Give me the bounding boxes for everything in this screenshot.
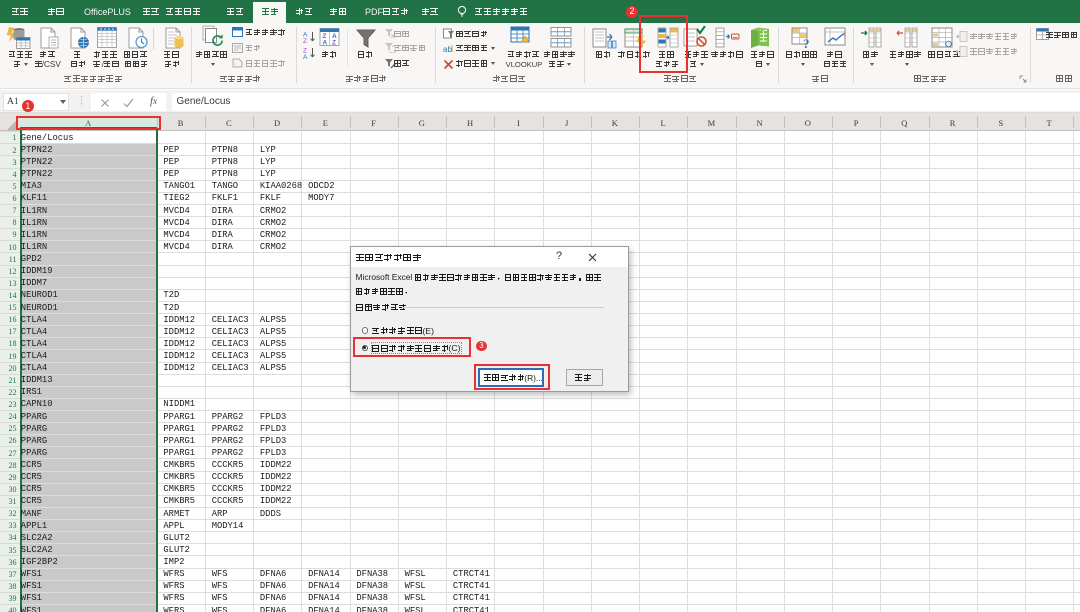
svg-text:Z: Z [332,40,336,47]
svg-text:A: A [323,40,328,47]
svg-text:ab: ab [443,45,452,54]
svg-text:?: ? [803,36,810,50]
svg-text:Z: Z [303,38,307,43]
